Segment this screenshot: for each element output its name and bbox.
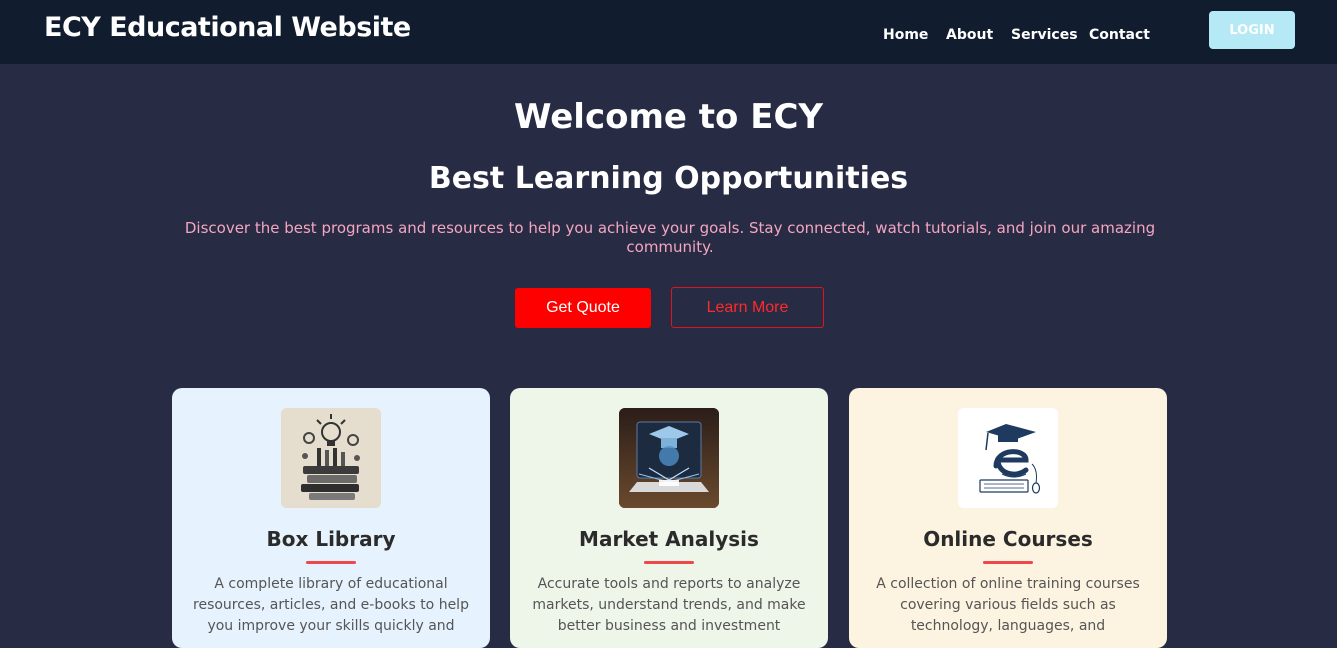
- card-market-analysis[interactable]: Market Analysis Accurate tools and repor…: [510, 388, 828, 648]
- library-books-icon: [281, 408, 381, 508]
- title-underline: [644, 561, 694, 564]
- hero-description: Discover the best programs and resources…: [184, 219, 1156, 256]
- nav-link-services[interactable]: Services: [1011, 27, 1078, 43]
- card-title: Market Analysis: [579, 527, 759, 551]
- learn-more-button[interactable]: Learn More: [671, 287, 824, 328]
- card-description: A collection of online training courses …: [876, 576, 1140, 634]
- nav-link-contact[interactable]: Contact: [1089, 27, 1150, 43]
- title-underline: [983, 561, 1033, 564]
- login-button[interactable]: LOGIN: [1209, 11, 1295, 49]
- card-online-courses[interactable]: Online Courses A collection of online tr…: [849, 388, 1167, 648]
- nav-link-home[interactable]: Home: [883, 27, 928, 43]
- card-description: Accurate tools and reports to analyze ma…: [532, 576, 806, 634]
- card-title: Box Library: [266, 527, 396, 551]
- hero-title: Welcome to ECY: [513, 97, 824, 137]
- navbar: ECY Educational Website Home About Servi…: [0, 0, 1337, 64]
- graduation-tech-icon: [619, 408, 719, 508]
- title-underline: [306, 561, 356, 564]
- card-title: Online Courses: [923, 527, 1093, 551]
- brand-title[interactable]: ECY Educational Website: [44, 12, 411, 43]
- card-box-library[interactable]: Box Library A complete library of educat…: [172, 388, 490, 648]
- card-description: A complete library of educational resour…: [193, 576, 469, 634]
- get-quote-button[interactable]: Get Quote: [515, 288, 651, 328]
- nav-link-about[interactable]: About: [946, 27, 993, 43]
- hero-subtitle: Best Learning Opportunities: [428, 161, 909, 196]
- elearning-icon: [958, 408, 1058, 508]
